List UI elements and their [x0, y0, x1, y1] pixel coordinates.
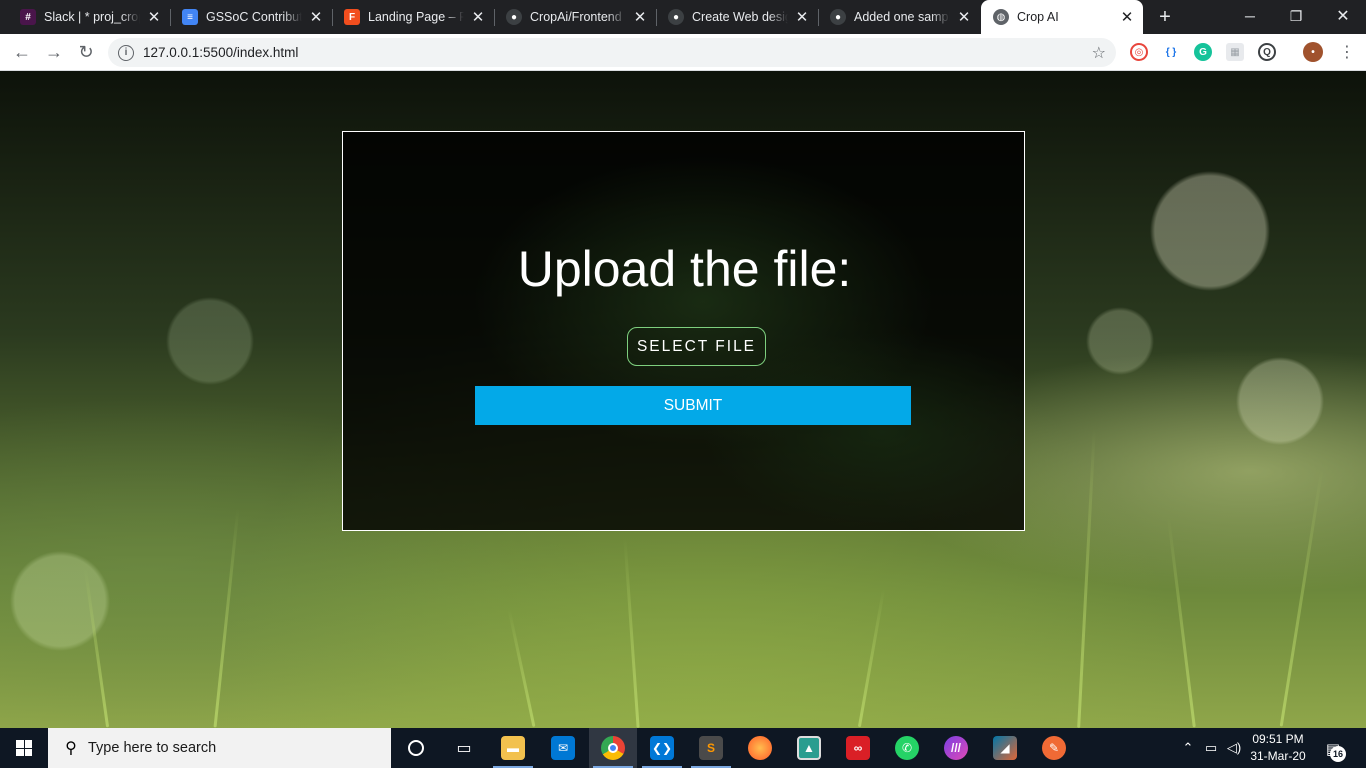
tab-title: CropAi/Frontend — [530, 10, 622, 24]
tab-title: Added one sample — [854, 10, 950, 24]
whatsapp-icon[interactable]: ✆ — [883, 728, 931, 768]
google-docs-icon: ≡ — [182, 9, 198, 25]
url-text: 127.0.0.1:5500/index.html — [143, 45, 299, 60]
chrome-menu-icon[interactable]: ⋮ — [1337, 42, 1357, 62]
close-tab-icon[interactable]: ✕ — [308, 9, 324, 26]
close-tab-icon[interactable]: ✕ — [794, 9, 810, 26]
tab-crop-ai[interactable]: ◍ Crop AI ✕ — [981, 0, 1143, 34]
notification-center-icon[interactable]: ▤16 — [1318, 736, 1348, 762]
grammarly-icon[interactable]: G — [1194, 43, 1212, 61]
browser-toolbar: ← → ↻ i 127.0.0.1:5500/index.html ☆ ◎ { … — [0, 34, 1366, 71]
clock-time: 09:51 PM — [1252, 732, 1304, 746]
extension-icon[interactable]: ▦ — [1226, 43, 1244, 61]
system-clock[interactable]: 09:51 PM 31-Mar-20 — [1246, 731, 1310, 765]
github-icon: ● — [668, 9, 684, 25]
tab-create-web-design[interactable]: ● Create Web design ✕ — [656, 0, 818, 34]
clock-date: 31-Mar-20 — [1250, 749, 1306, 763]
forward-button[interactable]: → — [42, 40, 66, 64]
matlab-icon[interactable]: ◢ — [981, 728, 1029, 768]
windows-logo-icon — [16, 740, 32, 756]
new-tab-button[interactable]: + — [1153, 5, 1177, 29]
tab-added-sample[interactable]: ● Added one sample ✕ — [818, 0, 980, 34]
minimize-button[interactable]: ─ — [1227, 0, 1273, 32]
mail-icon[interactable]: ✉ — [539, 728, 587, 768]
close-tab-icon[interactable]: ✕ — [632, 9, 648, 26]
tab-title: Create Web design — [692, 10, 788, 24]
creative-cloud-icon[interactable]: ∞ — [834, 728, 882, 768]
file-explorer-icon[interactable]: ▬ — [489, 728, 537, 768]
page-viewport: Upload the file: SELECT FILE SUBMIT — [0, 71, 1366, 728]
json-extension-icon[interactable]: { } — [1162, 43, 1180, 61]
browser-tab-strip: # Slack | * proj_crop ✕ ≡ GSSoC Contribu… — [0, 0, 1366, 34]
tab-cropai-frontend[interactable]: ● CropAi/Frontend ✕ — [494, 0, 656, 34]
address-bar[interactable]: i 127.0.0.1:5500/index.html ☆ — [108, 38, 1116, 67]
extension-icon[interactable]: ◎ — [1130, 43, 1148, 61]
figma-icon: F — [344, 9, 360, 25]
slack-icon: # — [20, 9, 36, 25]
battery-icon[interactable]: ▭ — [1200, 728, 1222, 768]
search-icon: ⚲ — [65, 740, 77, 757]
chrome-icon[interactable] — [589, 728, 637, 768]
tab-title: Landing Page – Figma — [368, 10, 464, 24]
start-button[interactable] — [0, 728, 48, 768]
app-icon[interactable]: ✎ — [1030, 728, 1078, 768]
volume-icon[interactable]: ◁) — [1223, 728, 1245, 768]
tab-slack[interactable]: # Slack | * proj_crop ✕ — [8, 0, 170, 34]
sublime-icon[interactable]: S — [687, 728, 735, 768]
cortana-icon[interactable] — [392, 728, 440, 768]
select-file-button[interactable]: SELECT FILE — [627, 327, 766, 366]
close-tab-icon[interactable]: ✕ — [470, 9, 486, 26]
firefox-icon[interactable] — [736, 728, 784, 768]
close-tab-icon[interactable]: ✕ — [1119, 9, 1135, 26]
extension-icon[interactable]: Q — [1258, 43, 1276, 61]
app-icon[interactable]: /// — [932, 728, 980, 768]
back-button[interactable]: ← — [10, 40, 34, 64]
windows-taskbar: ⚲ Type here to search ▭ ▬ ✉ ❮❯ S ▲ ∞ ✆ /… — [0, 728, 1366, 768]
globe-icon: ◍ — [993, 9, 1009, 25]
tab-gssoc[interactable]: ≡ GSSoC Contribution ✕ — [170, 0, 332, 34]
tab-title: GSSoC Contribution — [206, 10, 302, 24]
taskbar-search[interactable]: ⚲ Type here to search — [48, 728, 391, 768]
upload-card: Upload the file: SELECT FILE SUBMIT — [342, 131, 1025, 531]
vscode-icon[interactable]: ❮❯ — [638, 728, 686, 768]
tab-title: Crop AI — [1017, 10, 1059, 24]
site-info-icon[interactable]: i — [118, 44, 134, 61]
close-tab-icon[interactable]: ✕ — [956, 9, 972, 26]
notification-badge: 16 — [1330, 746, 1346, 762]
reload-button[interactable]: ↻ — [74, 40, 98, 64]
search-placeholder: Type here to search — [88, 740, 217, 756]
bookmark-star-icon[interactable]: ☆ — [1092, 43, 1106, 63]
tab-title: Slack | * proj_crop — [44, 10, 140, 24]
restore-button[interactable]: ❐ — [1273, 0, 1319, 32]
github-icon: ● — [830, 9, 846, 25]
submit-button[interactable]: SUBMIT — [475, 386, 911, 425]
tab-figma[interactable]: F Landing Page – Figma ✕ — [332, 0, 494, 34]
github-icon: ● — [506, 9, 522, 25]
tray-chevron-icon[interactable]: ⌃ — [1178, 728, 1198, 768]
photos-icon[interactable]: ▲ — [785, 728, 833, 768]
close-window-button[interactable]: ✕ — [1320, 0, 1366, 32]
profile-avatar[interactable]: • — [1303, 42, 1323, 62]
close-tab-icon[interactable]: ✕ — [146, 9, 162, 26]
page-title: Upload the file: — [517, 241, 852, 297]
task-view-icon[interactable]: ▭ — [440, 728, 488, 768]
